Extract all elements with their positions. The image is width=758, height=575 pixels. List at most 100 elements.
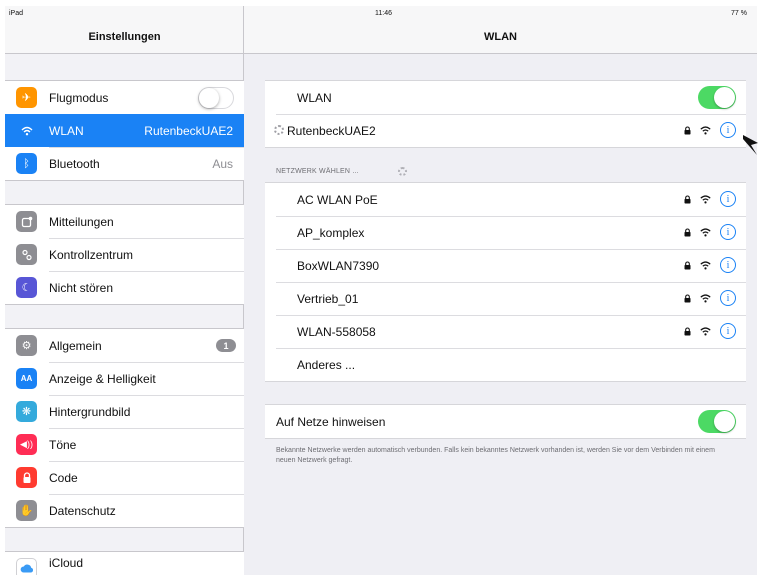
sidebar-item-label: Code	[49, 470, 78, 485]
battery-level: 77 %	[731, 10, 747, 17]
hand-icon: ✋	[16, 500, 37, 521]
lock-icon	[684, 260, 691, 269]
sidebar-item-kontrollzentrum[interactable]: Kontrollzentrum	[5, 238, 244, 271]
sidebar-item-allgemein[interactable]: ⚙ Allgemein 1	[5, 329, 244, 362]
sidebar-item-toene[interactable]: ◀)) Töne	[5, 428, 244, 461]
toggle-knob	[714, 411, 735, 432]
lock-icon	[684, 293, 691, 302]
wlan-card: WLAN RutenbeckUAE2 i	[265, 80, 746, 148]
sidebar-item-wlan[interactable]: WLAN RutenbeckUAE2	[5, 114, 244, 147]
control-center-icon	[16, 244, 37, 265]
wlan-toggle-row: WLAN	[265, 81, 746, 114]
info-icon[interactable]: i	[720, 122, 736, 138]
wallpaper-icon: ❋	[16, 401, 37, 422]
network-name: Vertrieb_01	[297, 291, 359, 306]
sidebar-item-datenschutz[interactable]: ✋ Datenschutz	[5, 494, 244, 527]
ask-to-join-footnote: Bekannte Netzwerke werden automatisch ve…	[276, 447, 715, 464]
other-network-row[interactable]: Anderes ...	[265, 348, 746, 381]
network-status-icons: i	[684, 290, 736, 306]
sidebar-item-label: Anzeige & Helligkeit	[49, 371, 156, 386]
sidebar-item-label: Bluetooth	[49, 156, 100, 171]
ipad-screen: iPad Einstellungen ✈ Flugmodus WLAN Rute…	[5, 6, 757, 575]
sidebar-item-label: Flugmodus	[49, 90, 109, 105]
info-icon[interactable]: i	[720, 224, 736, 240]
ask-to-join-row: Auf Netze hinweisen	[265, 405, 746, 438]
sidebar-item-label: Datenschutz	[49, 503, 116, 518]
network-name: AC WLAN PoE	[297, 192, 378, 207]
sidebar-item-label: Kontrollzentrum	[49, 247, 134, 262]
sidebar-item-label: Töne	[49, 437, 77, 452]
network-status-icons: i	[684, 122, 736, 138]
sidebar-item-bluetooth[interactable]: ᛒ Bluetooth Aus	[5, 147, 244, 180]
toggle-knob	[199, 87, 219, 108]
notifications-icon	[16, 211, 37, 232]
wifi-signal-icon	[700, 326, 711, 335]
sidebar-item-label: Mitteilungen	[49, 214, 114, 229]
bluetooth-icon: ᛒ	[16, 153, 37, 174]
network-row[interactable]: BoxWLAN7390 i	[265, 249, 746, 282]
detail-navbar: 11:46 77 % WLAN	[244, 6, 757, 54]
sidebar-item-value: Aus	[212, 156, 233, 171]
sidebar-group-general: ⚙ Allgemein 1 AA Anzeige & Helligkeit ❋ …	[5, 328, 244, 528]
sidebar-title: Einstellungen	[88, 31, 161, 43]
sidebar-item-mitteilungen[interactable]: Mitteilungen	[5, 205, 244, 238]
update-badge: 1	[216, 339, 236, 352]
info-icon[interactable]: i	[720, 323, 736, 339]
info-icon[interactable]: i	[720, 290, 736, 306]
network-status-icons: i	[684, 323, 736, 339]
connected-network-name: RutenbeckUAE2	[287, 123, 376, 138]
sidebar-item-nicht-stoeren[interactable]: ☾ Nicht stören	[5, 271, 244, 304]
lock-icon	[684, 194, 691, 203]
other-network-label: Anderes ...	[297, 357, 356, 372]
sidebar-item-flugmodus[interactable]: ✈ Flugmodus	[5, 81, 244, 114]
lock-icon	[684, 125, 691, 134]
display-icon: AA	[16, 368, 37, 389]
wifi-icon	[16, 120, 37, 141]
sidebar-item-anzeige[interactable]: AA Anzeige & Helligkeit	[5, 362, 244, 395]
connected-network-row[interactable]: RutenbeckUAE2 i	[265, 114, 746, 147]
lock-icon	[16, 467, 37, 488]
network-list: AC WLAN PoE i AP_komplex i BoxWLAN7390 i…	[265, 182, 746, 382]
network-status-icons: i	[684, 257, 736, 273]
sidebar-group-connectivity: ✈ Flugmodus WLAN RutenbeckUAE2 ᛒ Bluetoo…	[5, 80, 244, 181]
lock-icon	[684, 227, 691, 236]
info-icon[interactable]: i	[720, 257, 736, 273]
wlan-toggle[interactable]	[698, 86, 736, 109]
choose-network-header: NETZWERK WÄHLEN ...	[276, 168, 359, 175]
cloud-icon	[16, 558, 37, 575]
airplane-mode-toggle[interactable]	[198, 86, 234, 109]
sidebar-item-label: Allgemein	[49, 338, 102, 353]
connecting-spinner-icon	[274, 125, 284, 135]
sidebar-item-code[interactable]: Code	[5, 461, 244, 494]
speaker-icon: ◀))	[16, 434, 37, 455]
sidebar-group-accounts: iCloud	[5, 551, 244, 575]
detail-title: WLAN	[484, 31, 517, 43]
network-name: AP_komplex	[297, 225, 365, 240]
status-time: 11:46	[375, 10, 392, 17]
sidebar-item-label: Hintergrundbild	[49, 404, 131, 419]
wifi-signal-icon	[700, 227, 711, 236]
sidebar-item-icloud[interactable]: iCloud	[5, 552, 244, 575]
info-icon[interactable]: i	[720, 191, 736, 207]
network-row[interactable]: AC WLAN PoE i	[265, 183, 746, 216]
pointer-arrow-icon	[743, 135, 758, 155]
ask-to-join-card: Auf Netze hinweisen	[265, 404, 746, 439]
network-row[interactable]: Vertrieb_01 i	[265, 282, 746, 315]
network-row[interactable]: AP_komplex i	[265, 216, 746, 249]
network-status-icons: i	[684, 224, 736, 240]
sidebar-item-value: RutenbeckUAE2	[144, 123, 233, 138]
sidebar-item-hintergrundbild[interactable]: ❋ Hintergrundbild	[5, 395, 244, 428]
network-row[interactable]: WLAN-558058 i	[265, 315, 746, 348]
network-name: WLAN-558058	[297, 324, 376, 339]
airplane-icon: ✈	[16, 87, 37, 108]
sidebar-item-label: Nicht stören	[49, 280, 114, 295]
settings-sidebar: iPad Einstellungen ✈ Flugmodus WLAN Rute…	[5, 6, 244, 575]
toggle-knob	[714, 87, 735, 108]
sidebar-navbar: iPad Einstellungen	[5, 6, 243, 54]
sidebar-item-label: WLAN	[49, 123, 84, 138]
device-label: iPad	[9, 10, 24, 17]
wifi-signal-icon	[700, 194, 711, 203]
ask-to-join-toggle[interactable]	[698, 410, 736, 433]
wifi-signal-icon	[700, 125, 711, 134]
network-name: BoxWLAN7390	[297, 258, 380, 273]
